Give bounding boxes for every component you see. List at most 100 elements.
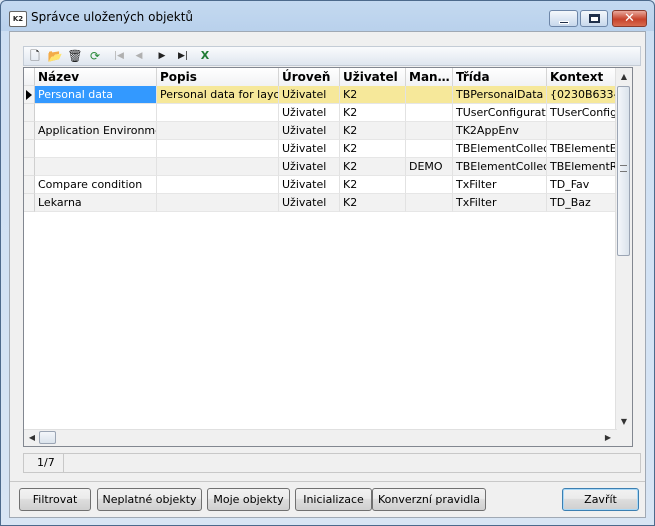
table-cell[interactable]: Lekarna (35, 194, 157, 212)
table-cell[interactable]: K2 (340, 158, 406, 176)
horizontal-scroll-thumb[interactable] (39, 431, 56, 444)
table-cell[interactable]: TUserConfigur (547, 104, 617, 122)
table-cell[interactable]: TxFilter (453, 194, 547, 212)
initialization-button[interactable]: Inicializace (295, 488, 372, 511)
table-cell[interactable]: Uživatel (279, 104, 340, 122)
table-cell[interactable] (406, 140, 453, 158)
window-title: Správce uložených objektů (31, 10, 194, 24)
scroll-right-icon[interactable]: ▶ (601, 431, 615, 445)
table-cell[interactable] (157, 104, 279, 122)
table-row[interactable]: Lekarna Uživatel K2 TxFilter TD_Baz (24, 194, 617, 212)
table-cell[interactable]: {0230B633-19 (547, 86, 617, 104)
table-cell[interactable]: K2 (340, 104, 406, 122)
maximize-button[interactable] (580, 10, 608, 27)
table-cell[interactable]: TBElementRec (547, 158, 617, 176)
table-cell[interactable] (406, 86, 453, 104)
column-header[interactable]: Popis (157, 68, 279, 86)
column-header[interactable]: Kontext (547, 68, 617, 86)
table-cell[interactable]: TD_Baz (547, 194, 617, 212)
table-cell[interactable]: TBElementCollection (453, 158, 547, 176)
table-row[interactable]: Personal data Personal data for layout U… (24, 86, 617, 104)
table-cell[interactable]: Application Environment (35, 122, 157, 140)
minimize-icon (559, 21, 569, 24)
column-header[interactable]: Man… (406, 68, 453, 86)
table-row[interactable]: Application Environment Uživatel K2 TK2A… (24, 122, 617, 140)
table-cell[interactable]: K2 (340, 86, 406, 104)
table-cell[interactable]: Uživatel (279, 86, 340, 104)
prev-icon[interactable]: ◀ (131, 48, 147, 64)
vertical-scrollbar[interactable]: ▲ ▼ (615, 68, 632, 431)
table-cell[interactable] (157, 194, 279, 212)
scroll-left-icon[interactable]: ◀ (25, 431, 39, 445)
table-cell[interactable]: Uživatel (279, 194, 340, 212)
column-header[interactable]: Třída (453, 68, 547, 86)
header-corner (24, 68, 35, 86)
column-header[interactable]: Uživatel (340, 68, 406, 86)
table-cell[interactable] (406, 194, 453, 212)
table-cell[interactable]: Uživatel (279, 158, 340, 176)
table-cell[interactable]: TD_Fav (547, 176, 617, 194)
table-row[interactable]: Uživatel K2 DEMO TBElementCollection TBE… (24, 158, 617, 176)
table-cell[interactable] (157, 176, 279, 194)
table-row[interactable]: Uživatel K2 TBElementCollection TBElemen… (24, 140, 617, 158)
next-icon[interactable]: ▶ (154, 48, 170, 64)
table-cell[interactable]: TBElementCollection (453, 140, 547, 158)
app-icon: K2 (9, 11, 27, 27)
table-cell[interactable] (406, 104, 453, 122)
table-row[interactable]: Uživatel K2 TUserConfiguration TUserConf… (24, 104, 617, 122)
table-cell[interactable]: K2 (340, 194, 406, 212)
row-indicator (24, 140, 35, 158)
close-window-button[interactable]: ✕ (612, 10, 647, 27)
table-cell[interactable]: TUserConfiguration (453, 104, 547, 122)
horizontal-scrollbar[interactable]: ◀ ▶ (24, 429, 617, 446)
table-cell[interactable] (35, 158, 157, 176)
excel-icon[interactable]: X (197, 48, 213, 64)
open-icon[interactable]: 📂 (47, 48, 63, 64)
table-row[interactable]: Compare condition Uživatel K2 TxFilter T… (24, 176, 617, 194)
close-button[interactable]: Zavřít (562, 488, 639, 511)
title-bar[interactable]: K2 Správce uložených objektů ✕ (1, 1, 654, 31)
refresh-icon[interactable]: ⟳ (87, 48, 103, 64)
delete-icon[interactable]: 🗑 (67, 48, 83, 64)
objects-grid[interactable]: Název Popis Úroveň Uživatel Man… Třída K… (23, 67, 633, 447)
my-objects-button[interactable]: Moje objekty (207, 488, 290, 511)
table-cell[interactable] (406, 176, 453, 194)
minimize-button[interactable] (549, 10, 578, 27)
first-icon[interactable]: |◀ (111, 48, 127, 64)
table-cell[interactable]: DEMO (406, 158, 453, 176)
dialog-client: 🗋 📂 🗑 ⟳ |◀ ◀ ▶ ▶| X Název Popis Úroveň U… (9, 31, 646, 518)
scroll-down-icon[interactable]: ▼ (617, 415, 631, 429)
toolbar: 🗋 📂 🗑 ⟳ |◀ ◀ ▶ ▶| X (23, 46, 641, 66)
table-cell[interactable] (35, 104, 157, 122)
table-cell[interactable]: K2 (340, 122, 406, 140)
conversion-rules-button[interactable]: Konverzní pravidla (372, 488, 486, 511)
column-header[interactable]: Úroveň (279, 68, 340, 86)
column-header[interactable]: Název (35, 68, 157, 86)
filter-button[interactable]: Filtrovat (19, 488, 91, 511)
table-cell[interactable]: Uživatel (279, 140, 340, 158)
table-cell[interactable] (157, 140, 279, 158)
table-cell[interactable] (35, 140, 157, 158)
scroll-up-icon[interactable]: ▲ (617, 70, 631, 84)
table-cell[interactable]: Personal data for layout (157, 86, 279, 104)
table-cell[interactable] (406, 122, 453, 140)
table-cell[interactable]: Uživatel (279, 122, 340, 140)
table-cell[interactable] (157, 122, 279, 140)
table-cell[interactable]: K2 (340, 140, 406, 158)
table-cell[interactable]: TBPersonalData (453, 86, 547, 104)
table-cell[interactable] (157, 158, 279, 176)
table-cell[interactable]: K2 (340, 176, 406, 194)
table-cell[interactable]: TBElementExe (547, 140, 617, 158)
current-row-icon (26, 90, 32, 100)
table-cell[interactable]: Uživatel (279, 176, 340, 194)
last-icon[interactable]: ▶| (175, 48, 191, 64)
table-cell[interactable]: Compare condition (35, 176, 157, 194)
new-icon[interactable]: 🗋 (27, 48, 43, 64)
table-cell[interactable]: TK2AppEnv (453, 122, 547, 140)
status-bar: 1/7 (23, 453, 641, 473)
table-cell[interactable]: Personal data (35, 86, 157, 104)
vertical-scroll-thumb[interactable] (617, 86, 630, 256)
table-cell[interactable]: TxFilter (453, 176, 547, 194)
table-cell[interactable] (547, 122, 617, 140)
invalid-objects-button[interactable]: Neplatné objekty (97, 488, 202, 511)
